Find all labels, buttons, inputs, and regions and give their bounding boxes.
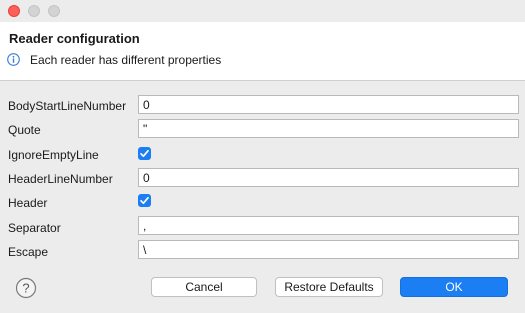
body-start-line-number-input[interactable] <box>138 95 519 114</box>
header-checkbox[interactable] <box>138 194 151 207</box>
minimize-window-button[interactable] <box>28 5 40 17</box>
title-bar <box>0 0 525 22</box>
checkmark-icon <box>140 196 149 205</box>
escape-input[interactable] <box>138 240 519 259</box>
checkmark-icon <box>140 149 149 158</box>
escape-label: Escape <box>8 245 49 259</box>
dialog-header: Reader configuration Each reader has dif… <box>0 22 525 81</box>
header-line-number-input[interactable] <box>138 168 519 187</box>
info-icon <box>7 53 20 66</box>
separator-label: Separator <box>8 221 61 235</box>
svg-text:?: ? <box>22 281 29 296</box>
close-window-button[interactable] <box>8 5 20 17</box>
ignore-empty-line-label: IgnoreEmptyLine <box>8 148 99 162</box>
help-icon[interactable]: ? <box>15 277 37 299</box>
dialog-message: Each reader has different properties <box>30 53 222 67</box>
ok-button[interactable]: OK <box>400 277 508 297</box>
ignore-empty-line-checkbox[interactable] <box>138 147 151 160</box>
dialog-title: Reader configuration <box>9 31 140 46</box>
restore-defaults-button[interactable]: Restore Defaults <box>275 277 383 297</box>
header-label: Header <box>8 196 48 210</box>
separator-input[interactable] <box>138 216 519 235</box>
body-start-line-number-label: BodyStartLineNumber <box>8 99 127 113</box>
header-line-number-label: HeaderLineNumber <box>8 172 113 186</box>
dialog-window: Reader configuration Each reader has dif… <box>0 0 525 313</box>
maximize-window-button[interactable] <box>48 5 60 17</box>
quote-input[interactable] <box>138 119 519 138</box>
cancel-button[interactable]: Cancel <box>151 277 257 297</box>
quote-label: Quote <box>8 123 41 137</box>
